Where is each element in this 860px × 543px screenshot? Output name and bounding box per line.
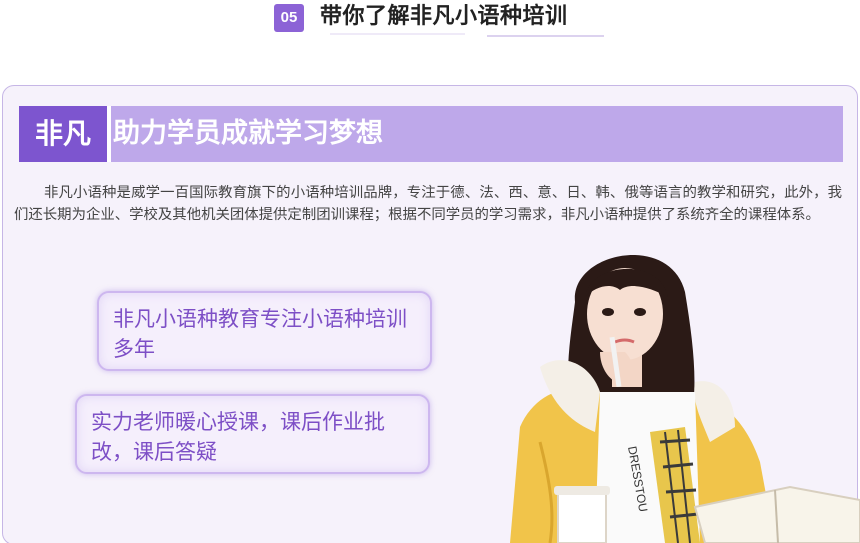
section-header: 05 带你了解非凡小语种培训 <box>0 0 860 44</box>
feature-pill-1: 非凡小语种教育专注小语种培训多年 <box>97 291 432 371</box>
section-title: 带你了解非凡小语种培训 <box>320 4 568 29</box>
feature-pill-2: 实力老师暖心授课，课后作业批改，课后答疑 <box>75 394 430 474</box>
title-underline <box>330 33 465 35</box>
intro-paragraph: 非凡小语种是威学一百国际教育旗下的小语种培训品牌，专注于德、法、西、意、日、韩、… <box>14 185 842 223</box>
section-number-badge: 05 <box>274 4 304 32</box>
slogan-banner: 非凡 助力学员成就学习梦想 <box>19 106 843 162</box>
student-photo: DRESSTOU <box>500 242 860 543</box>
student-illustration: DRESSTOU <box>510 254 860 543</box>
title-underline-accent <box>487 35 604 37</box>
brand-label: 非凡 <box>19 106 111 162</box>
slogan-text: 助力学员成就学习梦想 <box>113 118 383 149</box>
